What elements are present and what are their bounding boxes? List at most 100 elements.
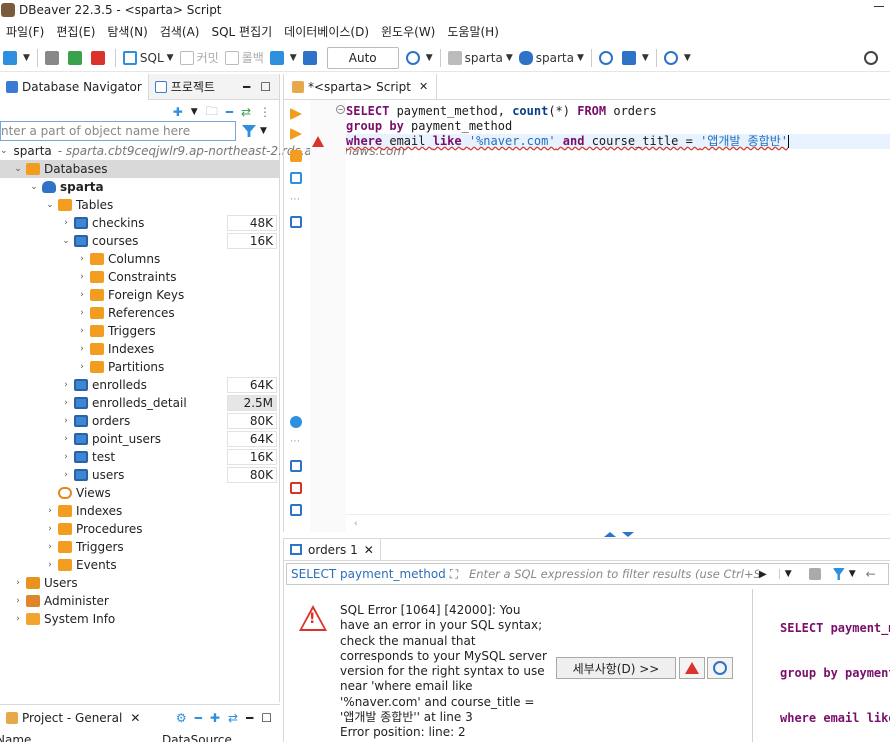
tree-users[interactable]: › Users [0,574,279,592]
filter-icon[interactable] [242,125,256,137]
menu-file[interactable]: 파일(F) [0,23,50,40]
expand-arrow-icon[interactable]: › [60,434,72,444]
maximize-icon[interactable]: ☐ [260,80,271,94]
search-solution-button[interactable] [707,657,733,679]
expand-arrow-icon[interactable]: › [60,380,72,390]
minimize-icon[interactable]: ━ [246,711,253,725]
tree-administer[interactable]: › Administer [0,592,279,610]
tree-constraints[interactable]: › Constraints [0,268,279,286]
expand-arrow-icon[interactable]: › [44,560,56,570]
code-area[interactable]: − SELECT payment_method, count(*) FROM or… [336,104,890,149]
maximize-icon[interactable]: ☐ [261,711,272,725]
find-button[interactable]: ▼ [661,47,694,69]
tab-database-navigator[interactable]: Database Navigator [0,73,149,100]
datasource-selector[interactable]: sparta ▼ [445,47,516,69]
tree-tables[interactable]: ⌄ Tables [0,196,279,214]
object-filter-input[interactable]: nter a part of object name here [0,121,236,141]
expand-arrow-icon[interactable]: › [44,506,56,516]
export-icon[interactable] [290,460,302,472]
expand-arrow-icon[interactable]: › [60,452,72,462]
filter-icon[interactable] [832,568,845,580]
error-log-button[interactable] [679,657,705,679]
expand-icon[interactable]: ⛶ [447,567,461,582]
minimize-icon[interactable]: ━ [243,80,250,94]
menu-help[interactable]: 도움말(H) [441,23,505,40]
tree-table[interactable]: › users 80K [0,466,279,484]
chevron-down-icon[interactable]: ▼ [849,569,856,579]
sql-editor-button[interactable]: SQL ▼ [120,47,177,69]
transaction-mode-button[interactable]: ▼ [267,47,300,69]
rollback-button[interactable]: 롤백 [222,47,267,69]
tree-references[interactable]: › References [0,304,279,322]
tree-procedures[interactable]: › Procedures [0,520,279,538]
close-icon[interactable]: ✕ [364,543,374,557]
new-connection-button[interactable]: ▼ [0,47,33,69]
expand-arrow-icon[interactable]: › [60,218,72,228]
editor-scrollbar[interactable]: ‹ [346,514,890,529]
transaction-mode-field[interactable]: Auto [326,46,399,69]
tree-connection[interactable]: ⌄ sparta - sparta.cbt9ceqjwlr9.ap-northe… [0,142,405,160]
minimize-window-button[interactable] [874,6,884,7]
menu-search[interactable]: 검색(A) [154,23,206,40]
close-icon[interactable]: ✕ [419,80,428,93]
tab-projects[interactable]: 프로젝트 [149,74,221,100]
schema-selector[interactable]: sparta ▼ [516,47,587,69]
link-editor-icon[interactable]: ⇄ [241,105,251,119]
expand-icon[interactable]: ✚ [210,711,220,725]
dashboard-button[interactable] [596,47,619,69]
menu-edit[interactable]: 편집(E) [50,23,101,40]
tree-table[interactable]: › test 16K [0,448,279,466]
tree-triggers[interactable]: › Triggers [0,322,279,340]
tree-system-info[interactable]: › System Info [0,610,279,628]
tree-schema-triggers[interactable]: › Triggers [0,538,279,556]
expand-arrow-icon[interactable]: › [60,470,72,480]
expand-arrow-icon[interactable]: › [12,578,24,588]
maximize-arrow-icon[interactable] [604,532,616,537]
expand-arrow-icon[interactable]: › [60,398,72,408]
load-script-icon[interactable] [290,504,302,516]
collapse-arrow-icon[interactable]: ⌄ [0,146,8,156]
close-icon[interactable]: ✕ [130,711,140,725]
more-icon[interactable]: ⋯ [290,436,302,448]
collapse-all-icon[interactable]: ━ [195,711,202,725]
expand-arrow-icon[interactable]: › [76,272,88,282]
details-button[interactable]: 세부사항(D) >> [556,657,676,679]
view-menu-icon[interactable]: ⋮ [259,105,271,119]
expand-arrow-icon[interactable]: › [76,308,88,318]
expand-arrow-icon[interactable]: › [76,254,88,264]
tree-views[interactable]: Views [0,484,279,502]
expand-arrow-icon[interactable]: › [60,416,72,426]
menu-sql-editor[interactable]: SQL 편집기 [205,23,278,40]
filter-query[interactable]: SELECT payment_method, [287,567,447,581]
column-name-header[interactable]: Name [0,733,31,742]
tree-schema-indexes[interactable]: › Indexes [0,502,279,520]
history-button[interactable]: ▼ [403,47,436,69]
tree-events[interactable]: › Events [0,556,279,574]
tree-partitions[interactable]: › Partitions [0,358,279,376]
tree-table[interactable]: › enrolleds_detail 2.5M [0,394,279,412]
terminal-icon[interactable] [290,216,302,228]
tree-table[interactable]: › enrolleds 64K [0,376,279,394]
expand-arrow-icon[interactable]: › [44,524,56,534]
tab-project-general[interactable]: Project - General ✕ [0,705,146,731]
scroll-left-icon[interactable]: ‹ [354,519,358,529]
new-connection-icon[interactable]: ✚ [173,105,183,119]
execute-in-new-tab-icon[interactable] [290,128,302,140]
expand-arrow-icon[interactable]: › [12,596,24,606]
collapse-arrow-icon[interactable]: ⌄ [60,236,72,246]
back-arrow-icon[interactable]: ← [866,567,876,581]
tree-table[interactable]: ⌄ courses 16K [0,232,279,250]
disconnect-button[interactable] [88,47,111,69]
chevron-down-icon[interactable]: ▼ [191,107,198,117]
expand-arrow-icon[interactable]: › [76,344,88,354]
lock-button[interactable] [300,47,323,69]
reconnect-button[interactable] [65,47,88,69]
collapse-arrow-icon[interactable]: ⌄ [44,200,56,210]
tree-databases[interactable]: ⌄ Databases [0,160,279,178]
connect-button[interactable] [42,47,65,69]
gear-icon[interactable] [290,416,302,428]
tree-foreign-keys[interactable]: › Foreign Keys [0,286,279,304]
restore-arrow-icon[interactable] [622,532,634,537]
link-editor-icon[interactable]: ⇄ [228,711,238,725]
tree-table[interactable]: › checkins 48K [0,214,279,232]
